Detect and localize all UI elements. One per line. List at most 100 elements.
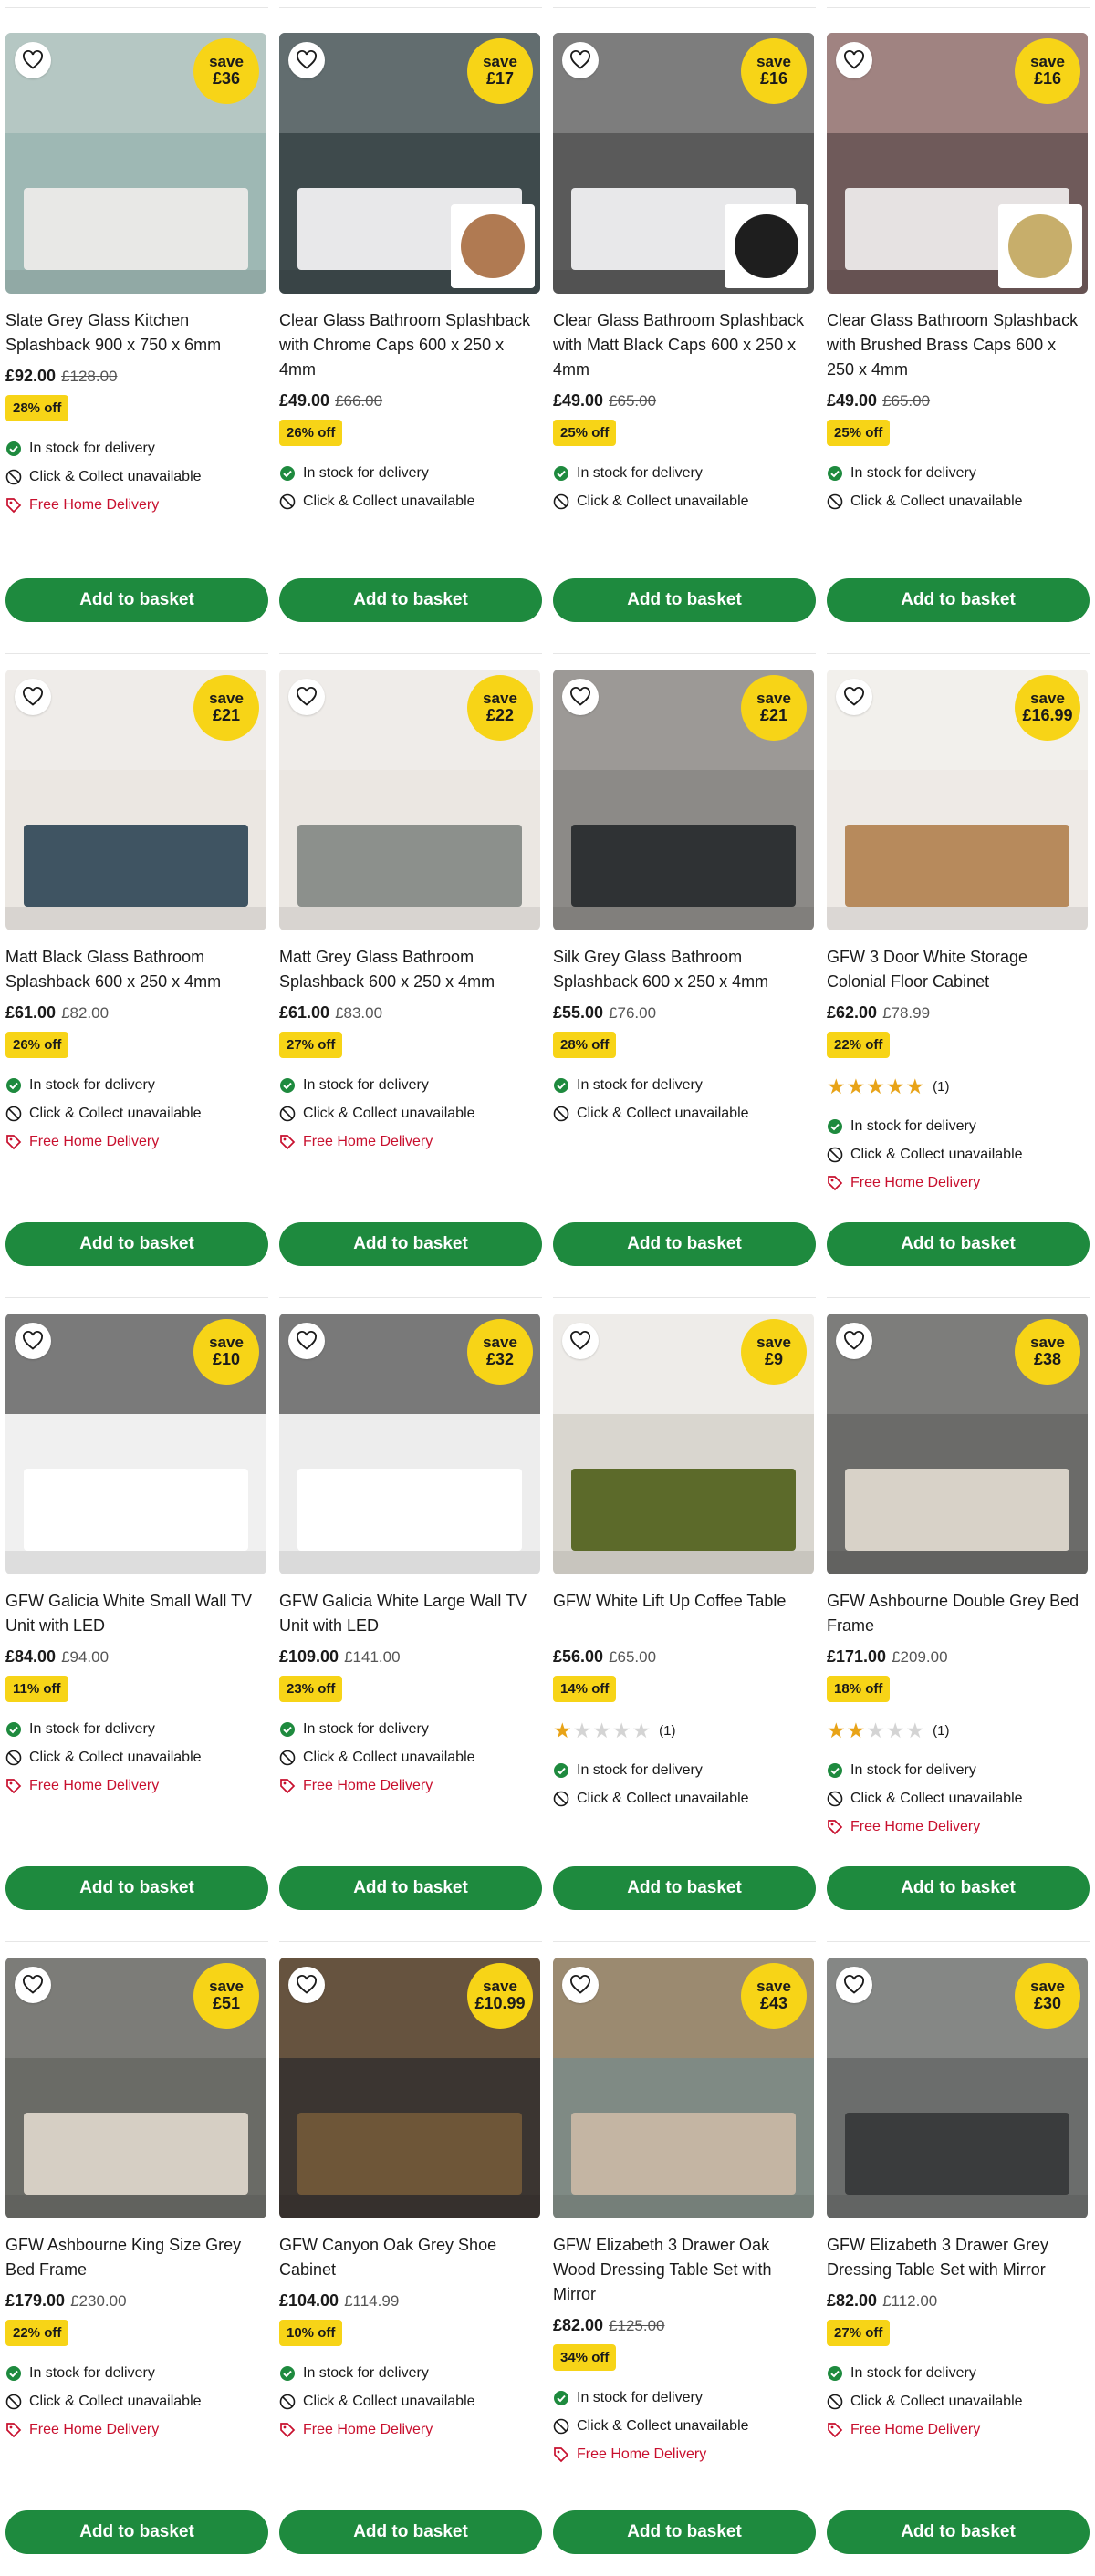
in-stock-row: In stock for delivery <box>279 1071 542 1099</box>
star-icon: ★ <box>905 1719 926 1742</box>
discount-badge: 28% off <box>5 395 69 421</box>
rating[interactable]: ★★★★★ (1) <box>827 1719 1090 1743</box>
wishlist-heart-button[interactable] <box>15 42 51 78</box>
product-image[interactable]: save £10.99 <box>279 1958 540 2218</box>
unavailable-icon <box>827 1147 843 1163</box>
product-title-link[interactable]: GFW Galicia White Small Wall TV Unit wit… <box>5 1589 268 1638</box>
save-badge: save £32 <box>467 1319 533 1385</box>
product-title-link[interactable]: Clear Glass Bathroom Splashback with Bru… <box>827 308 1090 382</box>
product-image[interactable]: save £22 <box>279 670 540 930</box>
current-price: £49.00 <box>553 391 604 410</box>
add-to-basket-button[interactable]: Add to basket <box>553 1222 816 1266</box>
wishlist-heart-button[interactable] <box>836 42 872 78</box>
product-title-link[interactable]: GFW Elizabeth 3 Drawer Oak Wood Dressing… <box>553 2233 816 2307</box>
click-collect-text: Click & Collect unavailable <box>303 1105 475 1121</box>
free-delivery-row: Free Home Delivery <box>827 2415 1090 2444</box>
product-image[interactable]: save £36 <box>5 33 266 294</box>
add-to-basket-button[interactable]: Add to basket <box>553 2510 816 2554</box>
product-card: save £16 Clear Glass Bathroom Splashback… <box>548 0 821 644</box>
wishlist-heart-button[interactable] <box>836 1323 872 1359</box>
product-image[interactable]: save £16 <box>553 33 814 294</box>
click-collect-text: Click & Collect unavailable <box>577 2417 749 2434</box>
product-image[interactable]: save £17 <box>279 33 540 294</box>
save-badge-label: save <box>1030 52 1065 70</box>
product-title-link[interactable]: Silk Grey Glass Bathroom Splashback 600 … <box>553 945 816 994</box>
add-to-basket-button[interactable]: Add to basket <box>279 578 542 622</box>
wishlist-heart-button[interactable] <box>15 679 51 715</box>
in-stock-text: In stock for delivery <box>303 2364 429 2381</box>
add-to-basket-button[interactable]: Add to basket <box>5 1222 268 1266</box>
save-badge: save £16 <box>1015 38 1080 104</box>
save-badge-amount: £17 <box>485 69 515 88</box>
add-to-basket-button[interactable]: Add to basket <box>279 2510 542 2554</box>
star-icon: ★ <box>885 1719 906 1742</box>
product-title-link[interactable]: Slate Grey Glass Kitchen Splashback 900 … <box>5 308 268 358</box>
add-to-basket-button[interactable]: Add to basket <box>279 1866 542 1910</box>
product-title-link[interactable]: GFW White Lift Up Coffee Table <box>553 1589 816 1638</box>
product-image[interactable]: save £38 <box>827 1314 1088 1574</box>
product-title-link[interactable]: Matt Grey Glass Bathroom Splashback 600 … <box>279 945 542 994</box>
availability-list: In stock for delivery Click & Collect un… <box>827 2359 1090 2444</box>
product-image[interactable]: save £9 <box>553 1314 814 1574</box>
was-price: £94.00 <box>61 1648 110 1666</box>
product-image[interactable]: save £21 <box>5 670 266 930</box>
product-title-link[interactable]: GFW 3 Door White Storage Colonial Floor … <box>827 945 1090 994</box>
wishlist-heart-button[interactable] <box>836 1967 872 2003</box>
add-to-basket-button[interactable]: Add to basket <box>827 1866 1090 1910</box>
product-title-link[interactable]: GFW Elizabeth 3 Drawer Grey Dressing Tab… <box>827 2233 1090 2282</box>
product-title-link[interactable]: Clear Glass Bathroom Splashback with Chr… <box>279 308 542 382</box>
wishlist-heart-button[interactable] <box>288 1323 325 1359</box>
wishlist-heart-button[interactable] <box>562 1967 599 2003</box>
wishlist-heart-button[interactable] <box>288 42 325 78</box>
product-image[interactable]: save £51 <box>5 1958 266 2218</box>
check-circle-icon <box>279 2365 296 2382</box>
product-image[interactable]: save £10 <box>5 1314 266 1574</box>
rating[interactable]: ★★★★★ (1) <box>827 1075 1090 1099</box>
click-collect-text: Click & Collect unavailable <box>577 493 749 509</box>
wishlist-heart-button[interactable] <box>562 42 599 78</box>
product-image[interactable]: save £30 <box>827 1958 1088 2218</box>
add-to-basket-button[interactable]: Add to basket <box>279 1222 542 1266</box>
unavailable-icon <box>5 1750 22 1766</box>
add-to-basket-button[interactable]: Add to basket <box>5 1866 268 1910</box>
product-title-link[interactable]: Clear Glass Bathroom Splashback with Mat… <box>553 308 816 382</box>
wishlist-heart-button[interactable] <box>288 679 325 715</box>
add-to-basket-button[interactable]: Add to basket <box>827 578 1090 622</box>
current-price: £61.00 <box>279 1003 330 1022</box>
free-delivery-text: Free Home Delivery <box>303 1133 433 1149</box>
product-image[interactable]: save £16.99 <box>827 670 1088 930</box>
product-image[interactable]: save £16 <box>827 33 1088 294</box>
save-badge: save £38 <box>1015 1319 1080 1385</box>
save-badge-amount: £30 <box>1033 1994 1062 2013</box>
add-to-basket-button[interactable]: Add to basket <box>553 578 816 622</box>
heart-icon <box>844 1975 864 1994</box>
wishlist-heart-button[interactable] <box>836 679 872 715</box>
product-title-link[interactable]: GFW Galicia White Large Wall TV Unit wit… <box>279 1589 542 1638</box>
add-to-basket-button[interactable]: Add to basket <box>553 1866 816 1910</box>
wishlist-heart-button[interactable] <box>562 1323 599 1359</box>
discount-badge: 22% off <box>5 2320 69 2346</box>
add-to-basket-button[interactable]: Add to basket <box>5 578 268 622</box>
add-to-basket-button[interactable]: Add to basket <box>827 1222 1090 1266</box>
availability-list: In stock for delivery Click & Collect un… <box>279 459 542 515</box>
rating[interactable]: ★★★★★ (1) <box>553 1719 816 1743</box>
discount-badge: 10% off <box>279 2320 343 2346</box>
product-image[interactable]: save £43 <box>553 1958 814 2218</box>
price-row: £49.00 £65.00 <box>827 391 1090 410</box>
wishlist-heart-button[interactable] <box>288 1967 325 2003</box>
product-title-link[interactable]: GFW Ashbourne King Size Grey Bed Frame <box>5 2233 268 2282</box>
add-to-basket-button[interactable]: Add to basket <box>827 2510 1090 2554</box>
wishlist-heart-button[interactable] <box>15 1323 51 1359</box>
product-image[interactable]: save £21 <box>553 670 814 930</box>
product-image[interactable]: save £32 <box>279 1314 540 1574</box>
tag-icon <box>5 497 22 514</box>
product-title-link[interactable]: GFW Canyon Oak Grey Shoe Cabinet <box>279 2233 542 2282</box>
click-collect-text: Click & Collect unavailable <box>303 2393 475 2409</box>
product-title-link[interactable]: Matt Black Glass Bathroom Splashback 600… <box>5 945 268 994</box>
add-to-basket-button[interactable]: Add to basket <box>5 2510 268 2554</box>
heart-icon <box>570 1975 590 1994</box>
wishlist-heart-button[interactable] <box>562 679 599 715</box>
click-collect-text: Click & Collect unavailable <box>850 2393 1023 2409</box>
wishlist-heart-button[interactable] <box>15 1967 51 2003</box>
product-title-link[interactable]: GFW Ashbourne Double Grey Bed Frame <box>827 1589 1090 1638</box>
